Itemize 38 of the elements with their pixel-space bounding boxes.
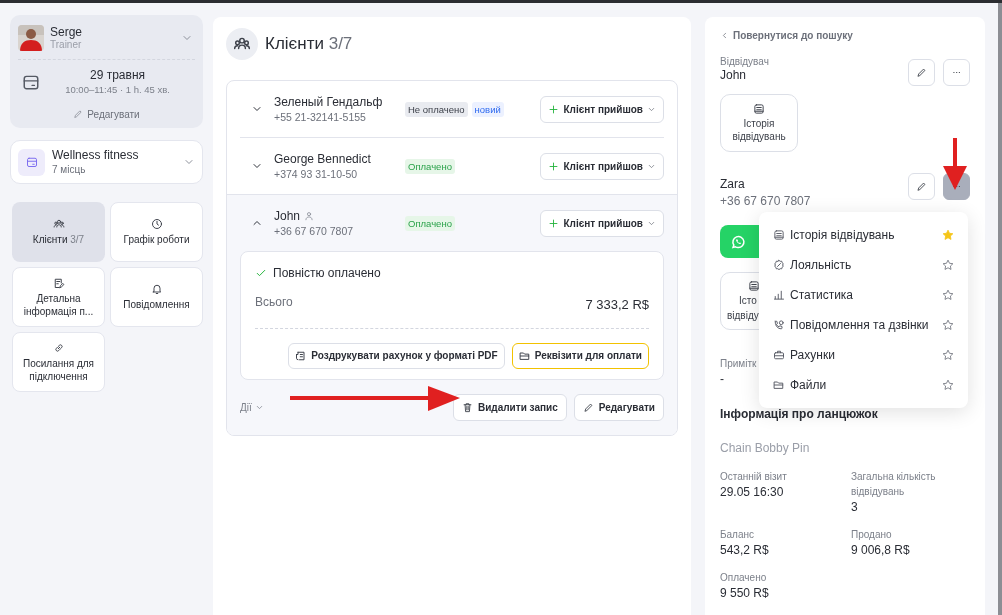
client-name: John	[274, 207, 301, 224]
visitor-name: John	[720, 68, 748, 83]
location-name: Wellness fitness	[52, 148, 140, 163]
client-phone: +36 67 670 7807	[274, 223, 355, 239]
trainer-role: Trainer	[50, 39, 83, 51]
stat-value: 3	[851, 499, 859, 515]
payment-status: Повністю оплачено	[273, 265, 381, 282]
client-name: Зеленый Гендальф	[274, 93, 383, 110]
status-badge: Не оплачено	[405, 101, 468, 117]
stat-value: 9 550 R$	[720, 585, 770, 601]
client-phone: +55 21-32141-5155	[274, 109, 367, 125]
contact-phone: +36 67 670 7807	[720, 193, 812, 210]
stat-value: 543,2 R$	[720, 542, 770, 558]
stat-label: Баланс	[720, 528, 756, 542]
visitor-label: Відвідувач	[720, 55, 770, 68]
status-badge: Оплачено	[405, 215, 455, 231]
stat-label: Загальна кількість відвідувань	[851, 470, 937, 499]
chain-name: Chain Bobby Pin	[720, 440, 811, 457]
stat-label: Продано	[851, 528, 893, 542]
section-title: Інформація про ланцюжок	[720, 406, 879, 423]
total-amount: 7 333,2 R$	[585, 296, 649, 314]
notes-label: Примітк	[720, 357, 757, 371]
stat-label: Оплачено	[720, 571, 768, 585]
trainer-name: Serge	[50, 25, 84, 39]
stat-value: 9 006,8 R$	[851, 542, 911, 558]
page-title: Клієнти 3/7	[265, 33, 353, 56]
stat-value: 29.05 16:30	[720, 484, 785, 500]
status-badge: Оплачено	[405, 158, 455, 174]
client-name: George Bennedict	[274, 150, 371, 167]
total-label: Всього	[255, 294, 293, 311]
notes-value: -	[720, 371, 724, 387]
status-badge: новий	[471, 101, 504, 117]
contact-name: Zara	[720, 176, 746, 192]
client-phone: +374 93 31-10-50	[274, 166, 359, 182]
location-places: 7 місць	[52, 163, 87, 176]
session-time: 10:00–11:45 · 1 h. 45 хв.	[65, 83, 170, 96]
stat-label: Останній візит	[720, 470, 788, 484]
session-date: 29 травня	[90, 67, 145, 83]
